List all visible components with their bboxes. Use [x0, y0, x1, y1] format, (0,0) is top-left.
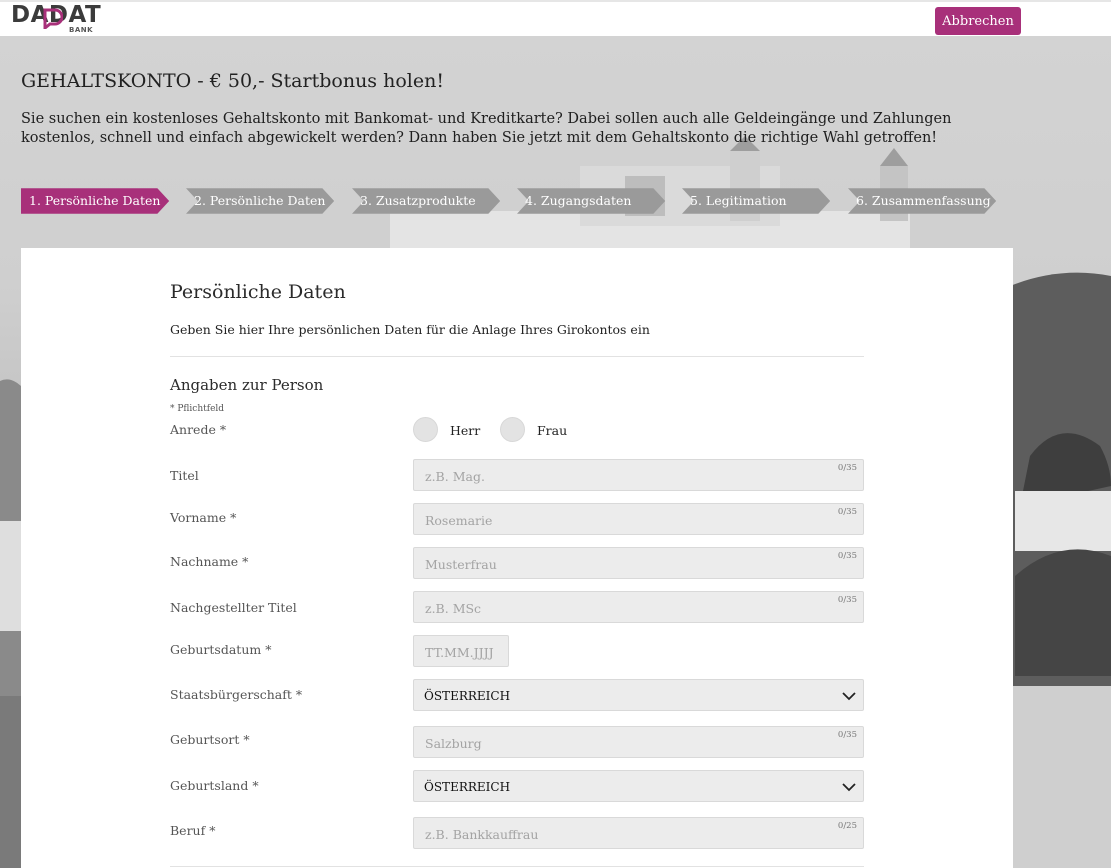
radio-herr[interactable] — [413, 417, 438, 442]
step-6[interactable]: 6. Zusammenfassung — [848, 187, 1008, 215]
beruf-input[interactable] — [414, 818, 863, 848]
required-note: * Pflichtfeld — [170, 404, 225, 414]
dadat-logo[interactable]: DADAT BANK — [11, 2, 103, 38]
staatsbuergerschaft-label: Staatsbürgerschaft * — [170, 687, 303, 702]
step-5[interactable]: 5. Legitimation — [682, 187, 842, 215]
geburtsdatum-label: Geburtsdatum * — [170, 642, 272, 657]
beruf-counter: 0/25 — [837, 821, 857, 831]
step-3-label: 3. Zusatzprodukte — [360, 193, 476, 208]
titel-counter: 0/35 — [837, 463, 857, 473]
page-headline: GEHALTSKONTO - € 50,- Startbonus holen! — [21, 70, 444, 92]
radio-frau[interactable] — [500, 417, 525, 442]
form-card: Persönliche Daten Geben Sie hier Ihre pe… — [21, 248, 1013, 868]
geburtsland-value: ÖSTERREICH — [424, 780, 511, 794]
step-2[interactable]: 2. Persönliche Daten — [186, 187, 346, 215]
geburtsland-label: Geburtsland * — [170, 778, 259, 793]
geburtsdatum-input[interactable] — [414, 636, 508, 666]
divider — [170, 866, 864, 867]
staatsbuergerschaft-value: ÖSTERREICH — [424, 689, 511, 703]
nachname-field[interactable]: 0/35 — [413, 547, 864, 579]
subsection-title: Angaben zur Person — [170, 376, 324, 394]
anrede-label: Anrede * — [170, 422, 227, 437]
divider — [170, 356, 864, 357]
intro-text: Sie suchen ein kostenloses Gehaltskonto … — [21, 111, 952, 146]
section-description: Geben Sie hier Ihre persönlichen Daten f… — [170, 322, 650, 337]
vorname-input[interactable] — [414, 504, 863, 534]
geburtsland-select[interactable]: ÖSTERREICH — [413, 770, 864, 802]
titel-field[interactable]: 0/35 — [413, 459, 864, 491]
nachgestellter-titel-counter: 0/35 — [837, 595, 857, 605]
step-5-label: 5. Legitimation — [690, 193, 787, 208]
geburtsdatum-field[interactable] — [413, 635, 509, 667]
nachgestellter-titel-label: Nachgestellter Titel — [170, 600, 297, 615]
radio-herr-label[interactable]: Herr — [450, 423, 480, 438]
top-bar: DADAT BANK Abbrechen — [0, 0, 1111, 36]
chevron-down-icon — [842, 692, 856, 701]
geburtsort-counter: 0/35 — [837, 730, 857, 740]
vorname-counter: 0/35 — [837, 507, 857, 517]
titel-input[interactable] — [414, 460, 863, 490]
geburtsort-label: Geburtsort * — [170, 732, 250, 747]
nachname-input[interactable] — [414, 548, 863, 578]
nachgestellter-titel-input[interactable] — [414, 592, 863, 622]
staatsbuergerschaft-select[interactable]: ÖSTERREICH — [413, 679, 864, 711]
nachgestellter-titel-field[interactable]: 0/35 — [413, 591, 864, 623]
section-title: Persönliche Daten — [170, 281, 346, 303]
radio-frau-label[interactable]: Frau — [537, 423, 567, 438]
logo-subtitle: BANK — [69, 26, 94, 34]
vorname-label: Vorname * — [170, 510, 237, 525]
step-2-label: 2. Persönliche Daten — [194, 193, 326, 208]
step-1-label: 1. Persönliche Daten — [29, 193, 161, 208]
step-3[interactable]: 3. Zusatzprodukte — [352, 187, 512, 215]
titel-label: Titel — [170, 468, 199, 483]
nachname-label: Nachname * — [170, 554, 249, 569]
step-4[interactable]: 4. Zugangsdaten — [517, 187, 677, 215]
step-1[interactable]: 1. Persönliche Daten — [21, 187, 181, 215]
beruf-label: Beruf * — [170, 823, 216, 838]
vorname-field[interactable]: 0/35 — [413, 503, 864, 535]
speech-bubble-icon — [43, 8, 63, 29]
step-4-label: 4. Zugangsdaten — [525, 193, 632, 208]
beruf-field[interactable]: 0/25 — [413, 817, 864, 849]
geburtsort-field[interactable]: 0/35 — [413, 726, 864, 758]
geburtsort-input[interactable] — [414, 727, 863, 757]
cancel-button[interactable]: Abbrechen — [935, 7, 1021, 35]
chevron-down-icon — [842, 783, 856, 792]
nachname-counter: 0/35 — [837, 551, 857, 561]
step-6-label: 6. Zusammenfassung — [856, 193, 991, 208]
